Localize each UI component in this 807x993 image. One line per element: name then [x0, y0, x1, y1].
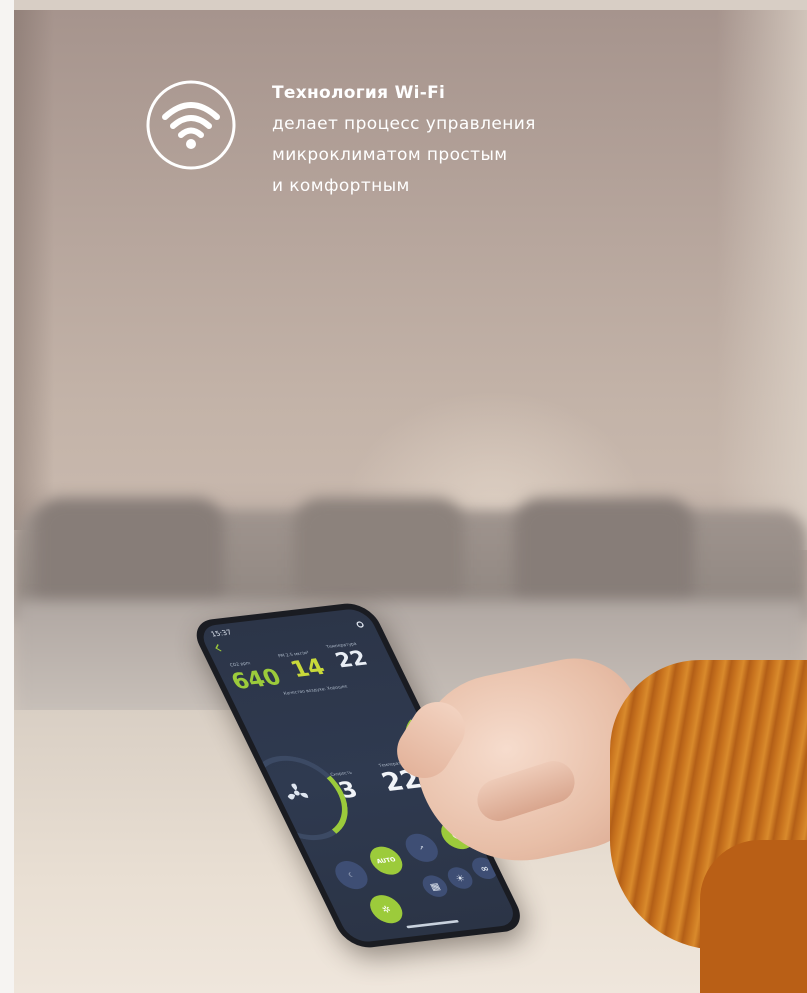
- co2-value: 640: [227, 664, 286, 695]
- rocket-icon: ➚: [417, 844, 426, 852]
- temp-value: 22: [331, 646, 372, 673]
- promo-frame: Технология Wi-Fi делает процесс управлен…: [0, 0, 807, 993]
- wifi-icon: [146, 80, 236, 170]
- window-light: [717, 10, 807, 550]
- schedule-button[interactable]: ▦: [418, 874, 452, 899]
- turbo-button[interactable]: ➚: [400, 832, 444, 864]
- status-time: 15:37: [209, 628, 233, 639]
- pm-value: 14: [286, 654, 330, 683]
- headline-title: Технология Wi-Fi: [272, 83, 446, 103]
- headline: Технология Wi-Fi делает процесс управлен…: [272, 78, 536, 202]
- heater-button[interactable]: ☀: [443, 866, 477, 890]
- air-quality-label: Качество воздуха: Хорошее: [282, 684, 349, 697]
- headline-line: и комфортным: [272, 176, 410, 196]
- top-strip: [14, 0, 807, 10]
- auto-mode-button[interactable]: AUTO: [364, 845, 408, 877]
- home-indicator: [406, 919, 460, 929]
- knit-sleeve-fold: [700, 840, 807, 993]
- sun-icon: ☀: [453, 872, 467, 884]
- fan-icon: ✲: [379, 903, 393, 915]
- calendar-icon: ▦: [427, 880, 443, 893]
- headline-line: микроклиматом простым: [272, 145, 508, 165]
- link-icon: ∞: [477, 862, 491, 875]
- wall-shadow: [14, 10, 54, 530]
- page-margin: [0, 0, 14, 993]
- fan-mode-button[interactable]: ✲: [364, 893, 408, 925]
- chevron-left-icon[interactable]: [213, 643, 224, 652]
- gear-icon[interactable]: [354, 620, 367, 629]
- moon-icon: ☾: [347, 871, 356, 879]
- night-mode-button[interactable]: ☾: [330, 859, 373, 891]
- headline-line: делает процесс управления: [272, 114, 536, 134]
